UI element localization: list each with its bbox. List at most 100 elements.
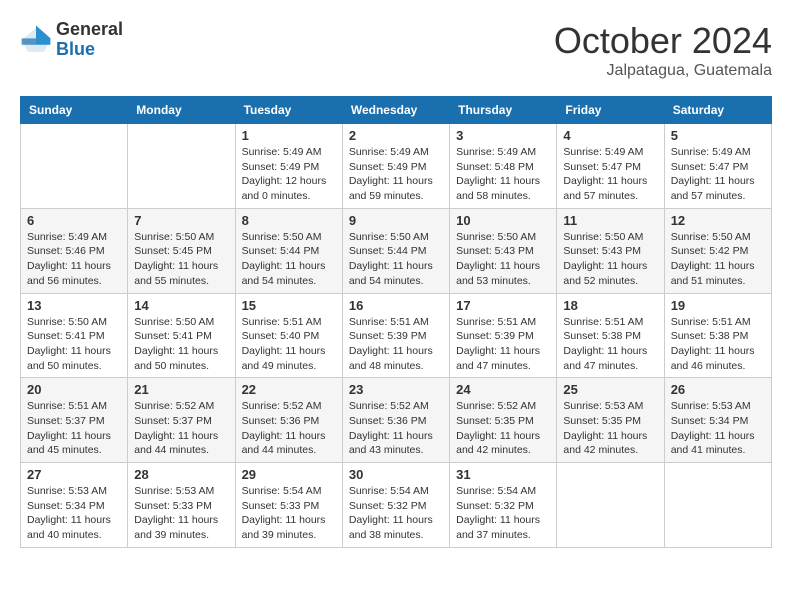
day-info: Sunrise: 5:49 AMSunset: 5:49 PMDaylight:…	[242, 145, 336, 204]
day-info: Sunrise: 5:50 AMSunset: 5:42 PMDaylight:…	[671, 230, 765, 289]
day-number: 23	[349, 382, 443, 397]
day-number: 30	[349, 467, 443, 482]
logo-text: General Blue	[56, 20, 123, 60]
day-info: Sunrise: 5:50 AMSunset: 5:41 PMDaylight:…	[134, 315, 228, 374]
day-number: 5	[671, 128, 765, 143]
calendar-table: SundayMondayTuesdayWednesdayThursdayFrid…	[20, 96, 772, 548]
calendar-cell: 21Sunrise: 5:52 AMSunset: 5:37 PMDayligh…	[128, 378, 235, 463]
calendar-cell: 17Sunrise: 5:51 AMSunset: 5:39 PMDayligh…	[450, 293, 557, 378]
day-info: Sunrise: 5:49 AMSunset: 5:49 PMDaylight:…	[349, 145, 443, 204]
logo-general: General	[56, 20, 123, 40]
day-info: Sunrise: 5:52 AMSunset: 5:36 PMDaylight:…	[349, 399, 443, 458]
day-info: Sunrise: 5:49 AMSunset: 5:47 PMDaylight:…	[563, 145, 657, 204]
calendar-cell: 19 Sunrise: 5:51 AMSunset: 5:38 PMDayligh…	[664, 293, 771, 378]
weekday-header-sunday: Sunday	[21, 97, 128, 124]
calendar-cell: 8 Sunrise: 5:50 AMSunset: 5:44 PMDaylight…	[235, 208, 342, 293]
day-info: Sunrise: 5:54 AMSunset: 5:32 PMDaylight:…	[349, 484, 443, 543]
calendar-cell: 3 Sunrise: 5:49 AMSunset: 5:48 PMDaylight…	[450, 124, 557, 209]
calendar-week-4: 20 Sunrise: 5:51 AMSunset: 5:37 PMDayligh…	[21, 378, 772, 463]
calendar-cell: 27 Sunrise: 5:53 AMSunset: 5:34 PMDayligh…	[21, 463, 128, 548]
day-info: Sunrise: 5:51 AMSunset: 5:40 PMDaylight:…	[242, 315, 336, 374]
day-info: Sunrise: 5:50 AMSunset: 5:43 PMDaylight:…	[563, 230, 657, 289]
day-number: 21	[134, 382, 228, 397]
calendar-week-1: 1Sunrise: 5:49 AMSunset: 5:49 PMDaylight…	[21, 124, 772, 209]
calendar-cell: 22 Sunrise: 5:52 AMSunset: 5:36 PMDayligh…	[235, 378, 342, 463]
day-info: Sunrise: 5:49 AMSunset: 5:48 PMDaylight:…	[456, 145, 550, 204]
calendar-cell: 20 Sunrise: 5:51 AMSunset: 5:37 PMDayligh…	[21, 378, 128, 463]
day-number: 24	[456, 382, 550, 397]
calendar-cell: 5 Sunrise: 5:49 AMSunset: 5:47 PMDaylight…	[664, 124, 771, 209]
day-info: Sunrise: 5:50 AMSunset: 5:44 PMDaylight:…	[242, 230, 336, 289]
weekday-header-monday: Monday	[128, 97, 235, 124]
calendar-cell	[128, 124, 235, 209]
day-number: 15	[242, 298, 336, 313]
day-info: Sunrise: 5:50 AMSunset: 5:45 PMDaylight:…	[134, 230, 228, 289]
day-info: Sunrise: 5:50 AMSunset: 5:41 PMDaylight:…	[27, 315, 121, 374]
calendar-cell: 14 Sunrise: 5:50 AMSunset: 5:41 PMDayligh…	[128, 293, 235, 378]
calendar-cell	[664, 463, 771, 548]
page-header: General Blue October 2024 Jalpatagua, Gu…	[20, 20, 772, 80]
day-number: 2	[349, 128, 443, 143]
calendar-cell: 23 Sunrise: 5:52 AMSunset: 5:36 PMDayligh…	[342, 378, 449, 463]
calendar-cell: 4 Sunrise: 5:49 AMSunset: 5:47 PMDaylight…	[557, 124, 664, 209]
day-info: Sunrise: 5:54 AMSunset: 5:32 PMDaylight:…	[456, 484, 550, 543]
day-number: 31	[456, 467, 550, 482]
logo-blue: Blue	[56, 40, 123, 60]
day-number: 13	[27, 298, 121, 313]
day-info: Sunrise: 5:49 AMSunset: 5:46 PMDaylight:…	[27, 230, 121, 289]
day-info: Sunrise: 5:53 AMSunset: 5:34 PMDaylight:…	[27, 484, 121, 543]
weekday-header-tuesday: Tuesday	[235, 97, 342, 124]
day-number: 20	[27, 382, 121, 397]
day-number: 19	[671, 298, 765, 313]
calendar-cell: 28 Sunrise: 5:53 AMSunset: 5:33 PMDayligh…	[128, 463, 235, 548]
calendar-cell: 24 Sunrise: 5:52 AMSunset: 5:35 PMDayligh…	[450, 378, 557, 463]
day-number: 25	[563, 382, 657, 397]
calendar-cell: 30 Sunrise: 5:54 AMSunset: 5:32 PMDayligh…	[342, 463, 449, 548]
calendar-cell: 16Sunrise: 5:51 AMSunset: 5:39 PMDayligh…	[342, 293, 449, 378]
day-number: 26	[671, 382, 765, 397]
day-info: Sunrise: 5:51 AMSunset: 5:38 PMDaylight:…	[563, 315, 657, 374]
calendar-cell: 25 Sunrise: 5:53 AMSunset: 5:35 PMDayligh…	[557, 378, 664, 463]
calendar-cell	[557, 463, 664, 548]
day-info: Sunrise: 5:52 AMSunset: 5:36 PMDaylight:…	[242, 399, 336, 458]
day-info: Sunrise: 5:49 AMSunset: 5:47 PMDaylight:…	[671, 145, 765, 204]
day-number: 4	[563, 128, 657, 143]
day-info: Sunrise: 5:51 AMSunset: 5:37 PMDaylight:…	[27, 399, 121, 458]
day-info: Sunrise: 5:51 AMSunset: 5:38 PMDaylight:…	[671, 315, 765, 374]
calendar-cell: 10 Sunrise: 5:50 AMSunset: 5:43 PMDayligh…	[450, 208, 557, 293]
day-info: Sunrise: 5:51 AMSunset: 5:39 PMDaylight:…	[349, 315, 443, 374]
day-number: 14	[134, 298, 228, 313]
title-block: October 2024 Jalpatagua, Guatemala	[554, 20, 772, 80]
day-number: 12	[671, 213, 765, 228]
day-info: Sunrise: 5:52 AMSunset: 5:35 PMDaylight:…	[456, 399, 550, 458]
calendar-week-2: 6 Sunrise: 5:49 AMSunset: 5:46 PMDaylight…	[21, 208, 772, 293]
day-number: 6	[27, 213, 121, 228]
calendar-week-5: 27 Sunrise: 5:53 AMSunset: 5:34 PMDayligh…	[21, 463, 772, 548]
calendar-cell: 1Sunrise: 5:49 AMSunset: 5:49 PMDaylight…	[235, 124, 342, 209]
calendar-cell: 31 Sunrise: 5:54 AMSunset: 5:32 PMDayligh…	[450, 463, 557, 548]
day-number: 28	[134, 467, 228, 482]
weekday-header-row: SundayMondayTuesdayWednesdayThursdayFrid…	[21, 97, 772, 124]
day-info: Sunrise: 5:54 AMSunset: 5:33 PMDaylight:…	[242, 484, 336, 543]
day-number: 27	[27, 467, 121, 482]
day-info: Sunrise: 5:53 AMSunset: 5:33 PMDaylight:…	[134, 484, 228, 543]
day-info: Sunrise: 5:50 AMSunset: 5:43 PMDaylight:…	[456, 230, 550, 289]
day-number: 7	[134, 213, 228, 228]
calendar-cell: 6 Sunrise: 5:49 AMSunset: 5:46 PMDaylight…	[21, 208, 128, 293]
weekday-header-wednesday: Wednesday	[342, 97, 449, 124]
calendar-cell: 18Sunrise: 5:51 AMSunset: 5:38 PMDayligh…	[557, 293, 664, 378]
day-number: 8	[242, 213, 336, 228]
day-info: Sunrise: 5:50 AMSunset: 5:44 PMDaylight:…	[349, 230, 443, 289]
logo-icon	[20, 24, 52, 56]
day-number: 11	[563, 213, 657, 228]
calendar-cell: 2 Sunrise: 5:49 AMSunset: 5:49 PMDaylight…	[342, 124, 449, 209]
day-number: 3	[456, 128, 550, 143]
day-number: 22	[242, 382, 336, 397]
calendar-cell: 26Sunrise: 5:53 AMSunset: 5:34 PMDayligh…	[664, 378, 771, 463]
day-info: Sunrise: 5:53 AMSunset: 5:35 PMDaylight:…	[563, 399, 657, 458]
calendar-cell: 9Sunrise: 5:50 AMSunset: 5:44 PMDaylight…	[342, 208, 449, 293]
location-title: Jalpatagua, Guatemala	[554, 62, 772, 80]
day-number: 10	[456, 213, 550, 228]
calendar-cell: 11 Sunrise: 5:50 AMSunset: 5:43 PMDayligh…	[557, 208, 664, 293]
calendar-cell: 7 Sunrise: 5:50 AMSunset: 5:45 PMDaylight…	[128, 208, 235, 293]
